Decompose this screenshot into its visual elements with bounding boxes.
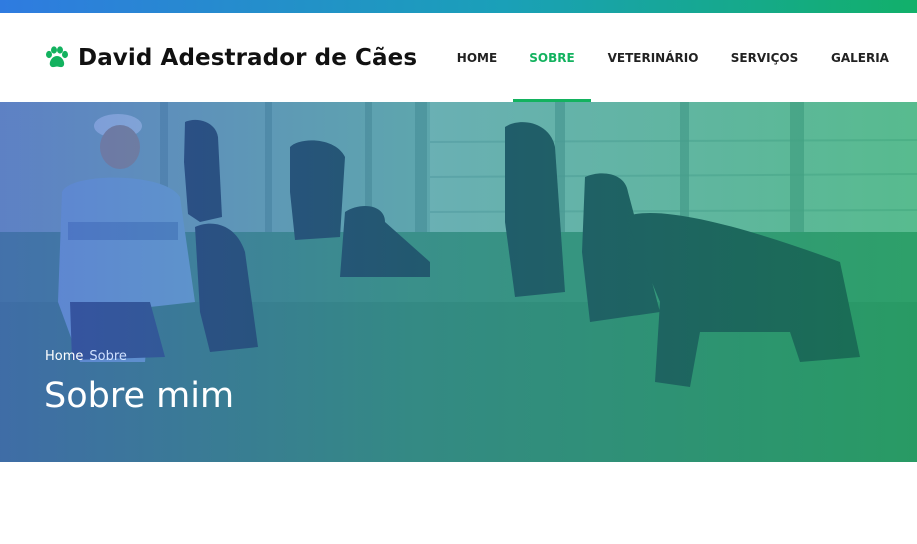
nav-item-sobre[interactable]: SOBRE: [513, 13, 591, 102]
paw-icon: [46, 46, 68, 68]
nav-item-servicos[interactable]: SERVIÇOS: [731, 13, 798, 102]
page-hero-banner: Home Sobre Sobre mim: [0, 102, 917, 462]
breadcrumb-home-link[interactable]: Home: [45, 349, 83, 364]
nav-item-galeria[interactable]: GALERIA: [831, 13, 889, 102]
nav-item-home[interactable]: HOME: [456, 13, 498, 102]
breadcrumb-current: Sobre: [89, 349, 127, 364]
site-title: David Adestrador de Cães: [78, 45, 418, 71]
top-info-bar: [0, 0, 917, 13]
nav-item-veterinario[interactable]: VETERINÁRIO: [607, 13, 699, 102]
site-header: David Adestrador de Cães HOME SOBRE VETE…: [0, 13, 917, 102]
site-logo[interactable]: David Adestrador de Cães: [44, 42, 417, 74]
page-title: Sobre mim: [44, 376, 235, 416]
breadcrumb: Home Sobre: [45, 349, 127, 364]
